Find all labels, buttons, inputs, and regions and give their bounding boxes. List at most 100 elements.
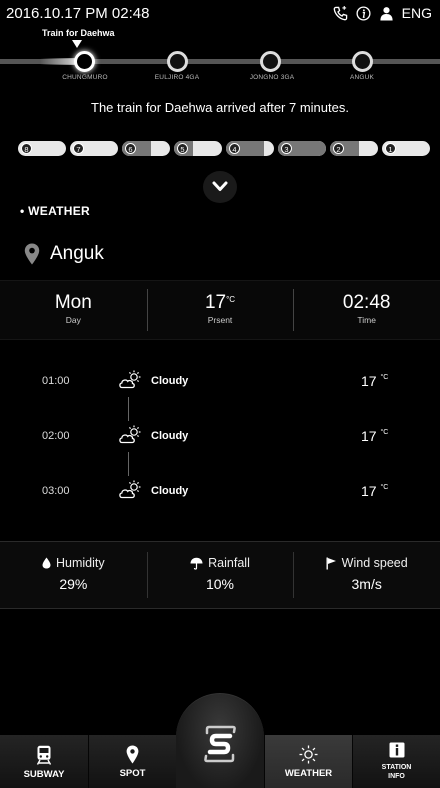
car-2: 2 xyxy=(330,141,378,156)
train-label: Train for Daehwa xyxy=(42,28,115,38)
status-bar: 2016.10.17 PM 02:48 ENG xyxy=(0,0,440,26)
humidity-stat: Humidity 29% xyxy=(0,542,147,608)
nav-label: WEATHER xyxy=(284,768,333,779)
car-1: 1 xyxy=(382,141,430,156)
forecast-temp: 17 xyxy=(361,373,377,389)
car-number: 3 xyxy=(281,143,292,154)
forecast-unit: °C xyxy=(380,484,389,491)
car-number: 8 xyxy=(21,143,32,154)
nav-label: STATION INFO xyxy=(382,763,412,781)
partly-cloudy-icon xyxy=(118,425,144,450)
info-box-icon xyxy=(389,742,404,758)
wind-stat: Wind speed 3m/s xyxy=(293,542,440,608)
station-marker-chungmuro[interactable] xyxy=(74,51,95,72)
current-temp: 17°C Prsent xyxy=(146,281,294,339)
route-map: Train for Daehwa CHUNGMURO EULJIRO 4GA J… xyxy=(0,24,440,84)
train-icon xyxy=(36,745,52,765)
forecast-row: 01:00 Cloudy 17 °C xyxy=(0,362,440,402)
humidity-value: 29% xyxy=(59,576,88,592)
forecast-time: 01:00 xyxy=(42,375,70,387)
current-time: 02:48 Time xyxy=(293,281,440,339)
logo-s-icon xyxy=(204,725,236,762)
user-icon[interactable] xyxy=(379,5,395,21)
time-label: Time xyxy=(357,315,376,325)
forecast-condition: Cloudy xyxy=(151,485,189,497)
car-4: 4 xyxy=(226,141,274,156)
sun-icon xyxy=(299,745,318,764)
weather-stats: Humidity 29% Rainfall 10% Wind speed 3m/… xyxy=(0,541,440,609)
forecast-temp: 17 xyxy=(361,483,377,499)
language-toggle[interactable]: ENG xyxy=(402,5,432,21)
status-datetime: 2016.10.17 PM 02:48 xyxy=(6,4,150,22)
car-number: 1 xyxy=(385,143,396,154)
station-name: CHUNGMURO xyxy=(62,74,108,81)
nav-label: SUBWAY xyxy=(23,768,65,780)
car-number: 6 xyxy=(125,143,136,154)
section-title: • WEATHER xyxy=(20,204,91,218)
car-6: 6 xyxy=(122,141,170,156)
partly-cloudy-icon xyxy=(118,370,144,395)
rainfall-label: Rainfall xyxy=(208,556,250,570)
forecast-temp: 17 xyxy=(361,428,377,444)
location-pin-icon xyxy=(24,243,40,265)
time-value: 02:48 xyxy=(342,292,391,313)
info-icon[interactable] xyxy=(356,5,372,21)
hourly-forecast: 01:00 Cloudy 17 °C 02:00 Cloudy 17 °C 03… xyxy=(0,362,440,522)
station-marker-euljiro-4ga[interactable] xyxy=(167,51,188,72)
station-marker-anguk[interactable] xyxy=(352,51,373,72)
rainfall-stat: Rainfall 10% xyxy=(146,542,294,608)
station-name: ANGUK xyxy=(349,74,375,81)
expand-button[interactable] xyxy=(203,171,237,203)
temp-label: Prsent xyxy=(207,315,233,325)
car-number: 2 xyxy=(333,143,344,154)
car-number: 5 xyxy=(177,143,188,154)
forecast-condition: Cloudy xyxy=(151,430,189,442)
chevron-down-icon xyxy=(212,181,228,191)
forecast-row: 03:00 Cloudy 17 °C xyxy=(0,472,440,512)
flag-icon xyxy=(326,557,336,569)
station-name: EULJIRO 4GA xyxy=(154,74,200,81)
car-3: 3 xyxy=(278,141,326,156)
humidity-label: Humidity xyxy=(56,556,105,570)
pin-icon xyxy=(126,745,139,764)
car-8: 8 xyxy=(18,141,66,156)
station-name: JONGNO 3GA xyxy=(249,74,295,81)
day-value: Mon xyxy=(54,292,92,313)
current-day: Mon Day xyxy=(0,281,147,339)
nav-weather[interactable]: WEATHER xyxy=(264,735,352,788)
partly-cloudy-icon xyxy=(118,480,144,505)
wind-label: Wind speed xyxy=(341,556,408,570)
location-name: Anguk xyxy=(50,243,104,264)
car-number: 7 xyxy=(73,143,84,154)
forecast-time: 02:00 xyxy=(42,430,70,442)
current-conditions: Mon Day 17°C Prsent 02:48 Time xyxy=(0,280,440,340)
nav-label-line: INFO xyxy=(388,773,405,780)
umbrella-icon xyxy=(190,557,203,570)
train-position-arrow-icon xyxy=(72,40,82,48)
home-button[interactable] xyxy=(176,693,264,788)
car-number: 4 xyxy=(229,143,240,154)
water-drop-icon xyxy=(42,557,51,569)
nav-label: SPOT xyxy=(119,768,146,779)
nav-station-info[interactable]: STATION INFO xyxy=(352,735,440,788)
forecast-unit: °C xyxy=(380,429,389,436)
wind-value: 3m/s xyxy=(351,576,382,592)
temp-unit: °C xyxy=(226,295,236,304)
car-5: 5 xyxy=(174,141,222,156)
car-occupancy-bar: 8 7 6 5 4 3 2 1 xyxy=(18,141,430,156)
forecast-unit: °C xyxy=(380,374,389,381)
car-7: 7 xyxy=(70,141,118,156)
rainfall-value: 10% xyxy=(205,576,235,592)
weather-location: Anguk xyxy=(24,243,104,265)
phone-icon[interactable] xyxy=(333,5,349,21)
nav-label-line: STATION xyxy=(381,764,412,771)
forecast-row: 02:00 Cloudy 17 °C xyxy=(0,417,440,457)
status-icons: ENG xyxy=(333,5,432,21)
nav-subway[interactable]: SUBWAY xyxy=(0,735,88,788)
temp-value: 17 xyxy=(204,292,227,313)
arrival-message: The train for Daehwa arrived after 7 min… xyxy=(91,100,349,115)
station-marker-jongno-3ga[interactable] xyxy=(260,51,281,72)
forecast-condition: Cloudy xyxy=(151,375,189,387)
nav-spot[interactable]: SPOT xyxy=(88,735,176,788)
weather-title: WEATHER xyxy=(28,204,91,218)
